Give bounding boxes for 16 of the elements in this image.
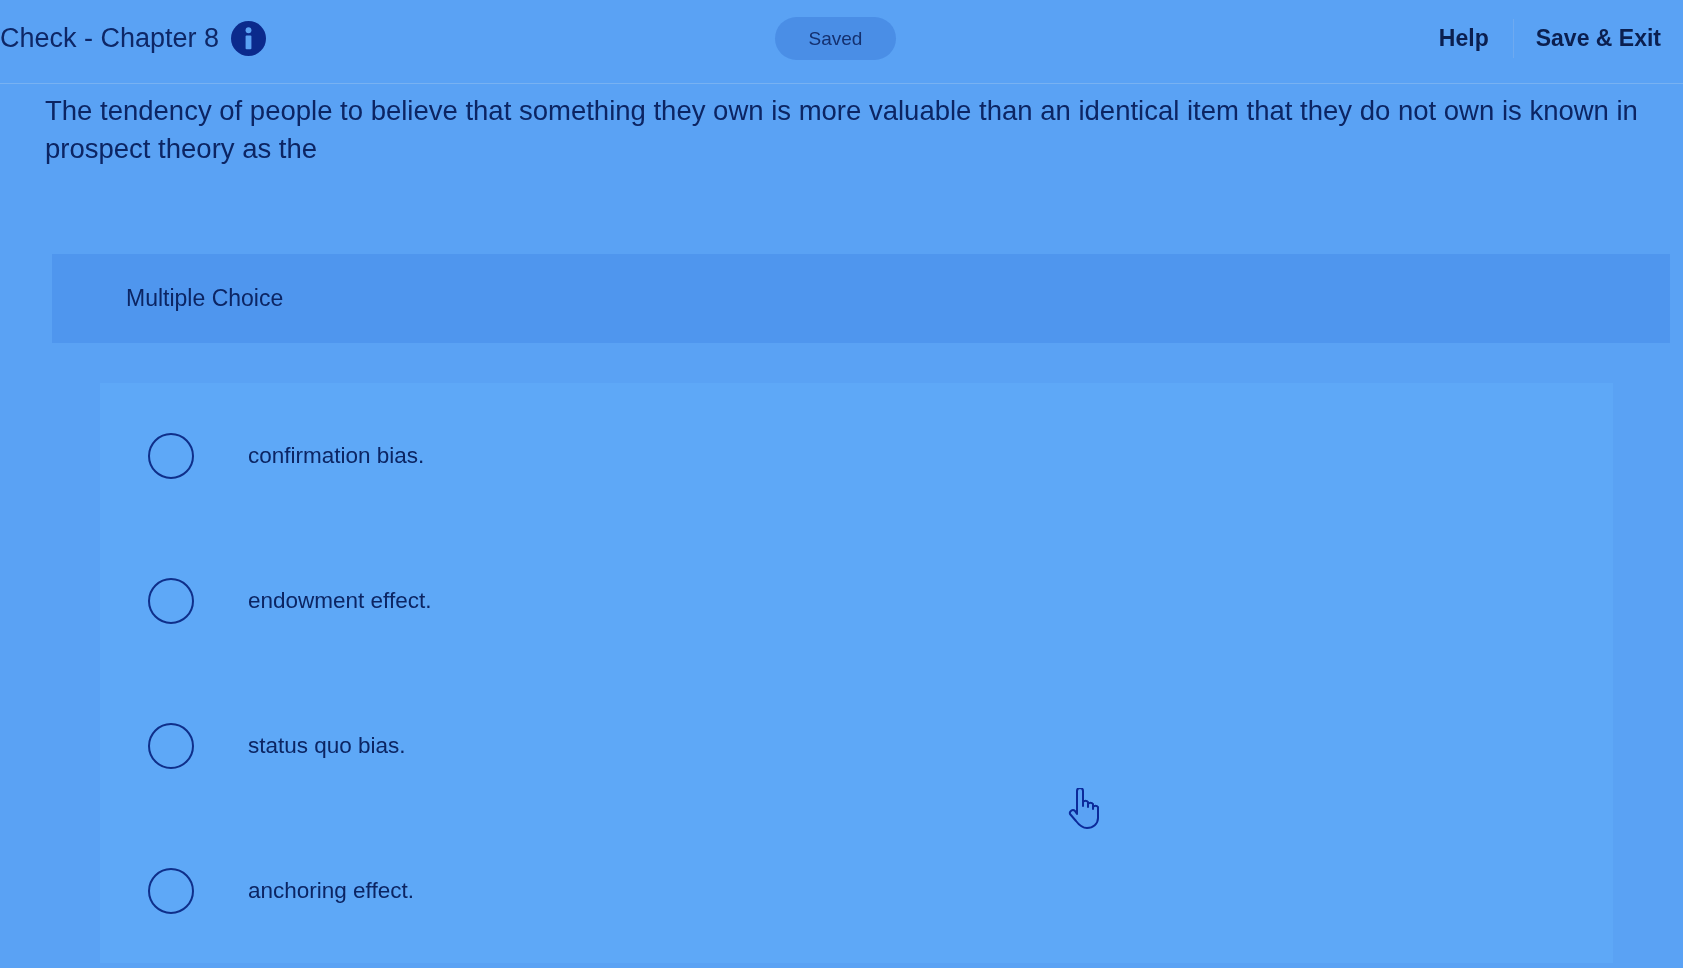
answer-option-text[interactable]: anchoring effect. <box>248 877 414 904</box>
answer-option-text[interactable]: endowment effect. <box>248 587 432 614</box>
hand-cursor-icon <box>1068 788 1100 830</box>
save-exit-link[interactable]: Save & Exit <box>1512 19 1661 58</box>
question-text: The tendency of people to believe that something they own is more valuable than an identical item that they do not own is known in prospect theory as the <box>45 94 1639 166</box>
radio-button[interactable] <box>148 722 194 769</box>
answer-option-text[interactable]: status quo bias. <box>248 732 406 759</box>
info-icon[interactable] <box>231 21 267 56</box>
radio-button[interactable] <box>148 577 194 624</box>
radio-button[interactable] <box>148 432 194 479</box>
question-type-label: Multiple Choice <box>126 285 284 312</box>
answer-option-text[interactable]: confirmation bias. <box>248 442 425 469</box>
radio-button[interactable] <box>148 867 194 914</box>
saved-status-pill: Saved <box>775 17 896 60</box>
help-link[interactable]: Help <box>1438 19 1489 58</box>
quiz-title: Check - Chapter 8 <box>0 23 220 54</box>
